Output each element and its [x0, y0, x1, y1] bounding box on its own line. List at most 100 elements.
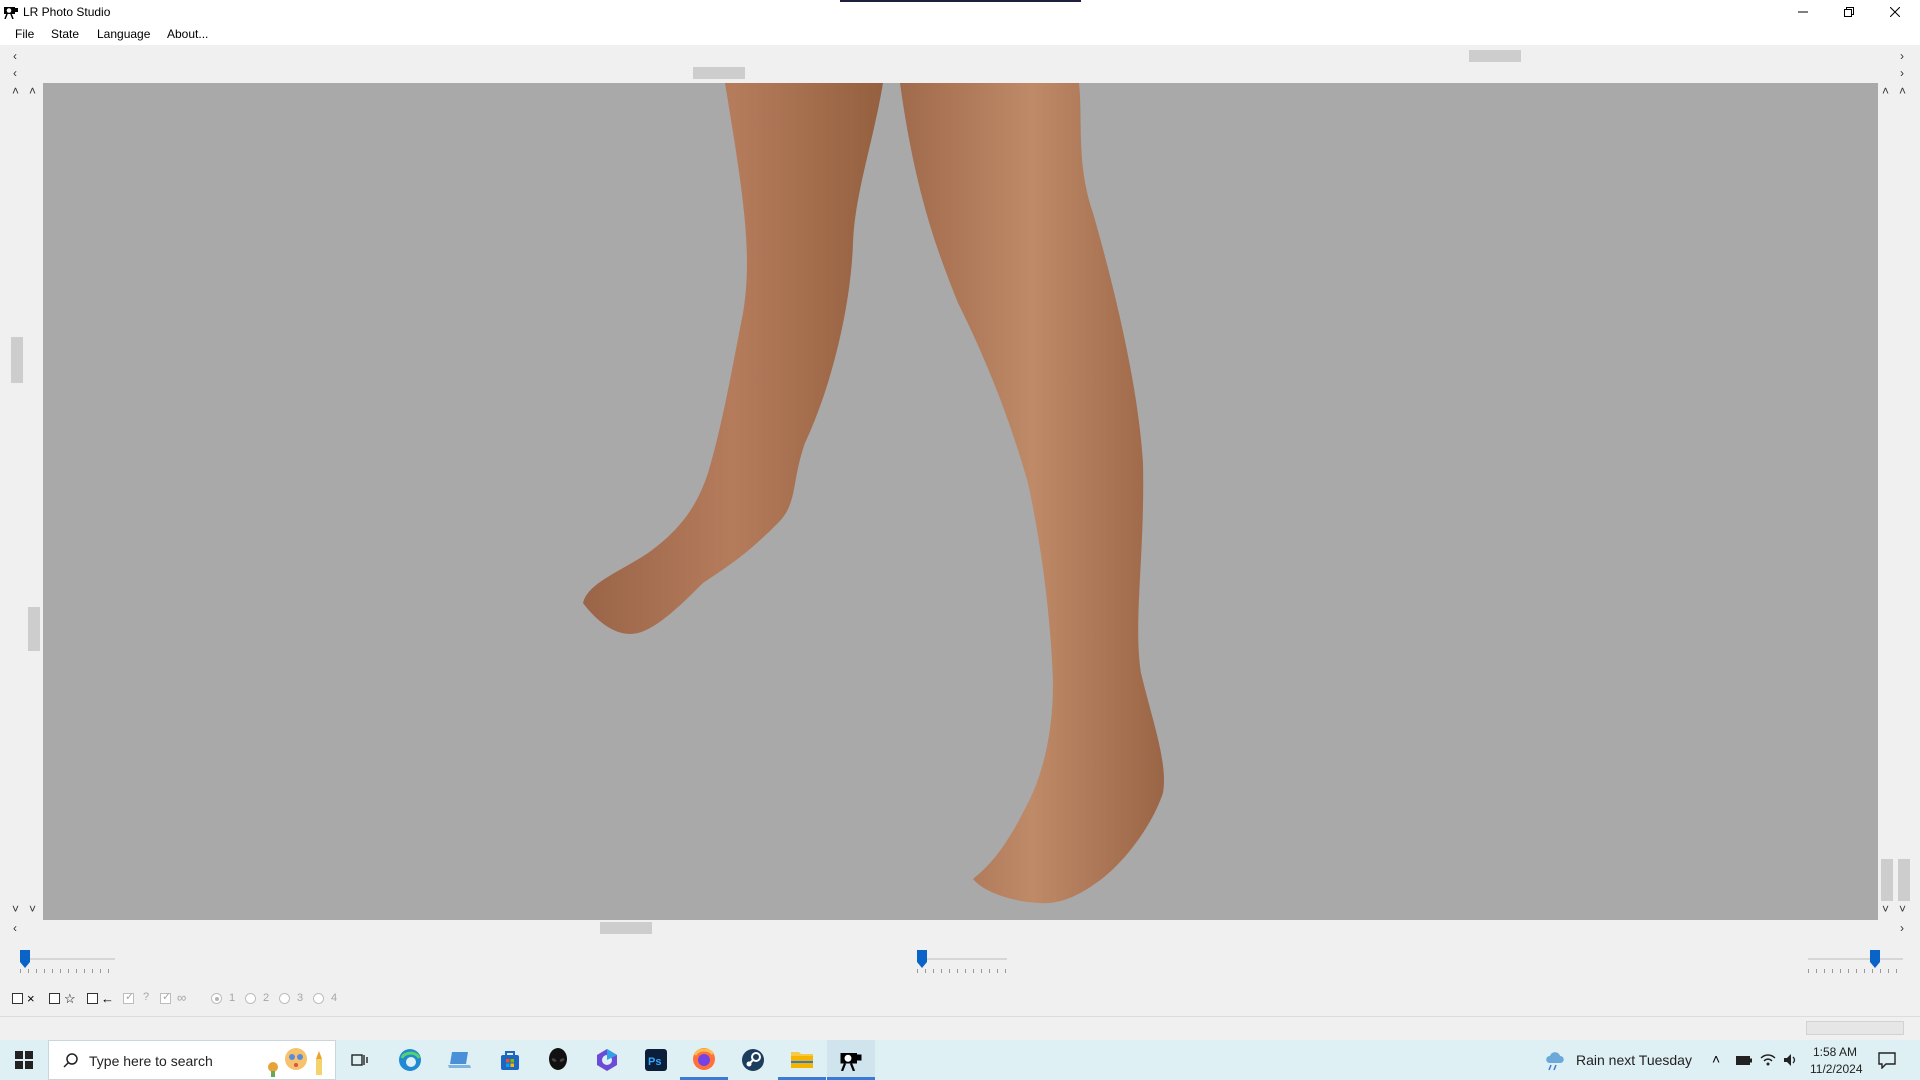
start-button[interactable]	[0, 1040, 48, 1080]
scroll-right-arrow-icon[interactable]: ›	[1900, 50, 1904, 62]
windows-taskbar: Type here to search Ps Rain next Tuesday…	[0, 1040, 1920, 1080]
scroll-left-arrow-icon[interactable]: ‹	[13, 67, 17, 79]
scrollbar-thumb[interactable]	[1469, 50, 1521, 62]
checkbox-back[interactable]	[87, 993, 98, 1004]
bottom-horizontal-scrollbar[interactable]: ‹ ›	[0, 921, 1920, 935]
taskbar-app-lr-photo-studio[interactable]	[827, 1040, 875, 1080]
scroll-up-arrow-icon[interactable]: ˄	[1882, 85, 1889, 97]
task-view-icon	[351, 1054, 368, 1066]
menu-language[interactable]: Language	[97, 27, 150, 41]
minimize-button[interactable]	[1780, 0, 1826, 23]
weather-rain-icon[interactable]	[1544, 1049, 1568, 1071]
status-panel	[1806, 1021, 1904, 1035]
right-vertical-scrollbar-1[interactable]: ˄ ˅	[1880, 85, 1894, 917]
minimize-icon	[1798, 11, 1808, 12]
slider-track	[20, 958, 115, 960]
radio-4[interactable]	[313, 993, 324, 1004]
slider-track	[1808, 958, 1903, 960]
slider-ticks	[917, 969, 1007, 973]
scroll-up-arrow-icon[interactable]: ˄	[29, 85, 36, 97]
menu-state[interactable]: State	[51, 27, 79, 41]
scrollbar-thumb[interactable]	[693, 67, 745, 79]
legs-render-image	[583, 83, 1164, 904]
taskbar-app-laptop[interactable]	[436, 1040, 484, 1080]
show-hidden-icons-chevron-up-icon[interactable]: ˄	[1712, 1051, 1720, 1067]
bottom-controls: × ☆ ← ✓ ? ✓ ∞ 1 2 3 4	[0, 990, 360, 1007]
folder-icon	[791, 1051, 813, 1068]
slider-ticks	[1808, 969, 1903, 973]
window-title: LR Photo Studio	[23, 5, 111, 19]
left-vertical-scrollbar-1[interactable]: ˄ ˅	[10, 85, 24, 917]
app-camera-icon	[3, 3, 19, 20]
radio-2[interactable]	[245, 993, 256, 1004]
scroll-up-arrow-icon[interactable]: ˄	[12, 85, 19, 97]
weather-text[interactable]: Rain next Tuesday	[1576, 1052, 1692, 1068]
checkbox-star[interactable]	[49, 993, 60, 1004]
edge-icon	[399, 1049, 421, 1071]
slider-right[interactable]	[1808, 950, 1903, 974]
taskbar-search-box[interactable]: Type here to search	[48, 1040, 336, 1080]
scroll-left-arrow-icon[interactable]: ‹	[13, 50, 17, 62]
battery-icon[interactable]	[1736, 1054, 1752, 1066]
right-vertical-scrollbar-2[interactable]: ˄ ˅	[1897, 85, 1911, 917]
scroll-right-arrow-icon[interactable]: ›	[1900, 67, 1904, 79]
taskbar-app-photoshop[interactable]: Ps	[632, 1040, 680, 1080]
scrollbar-thumb[interactable]	[1881, 859, 1893, 901]
left-vertical-scrollbar-2[interactable]: ˄ ˅	[27, 85, 41, 917]
radio-label-4: 4	[331, 992, 338, 1004]
taskbar-app-firefox[interactable]	[680, 1040, 728, 1080]
back-arrow-icon: ←	[101, 991, 114, 1006]
top-horizontal-scrollbar-2[interactable]: ‹ ›	[0, 66, 1920, 80]
checkbox-delete[interactable]	[12, 993, 23, 1004]
scrollbar-thumb[interactable]	[28, 607, 40, 651]
taskbar-app-alienware[interactable]	[534, 1040, 582, 1080]
radio-label-1: 1	[229, 992, 236, 1004]
check-mark-icon: ✓	[162, 991, 172, 1003]
volume-icon[interactable]	[1782, 1052, 1798, 1068]
star-icon: ☆	[64, 991, 76, 1006]
restore-button[interactable]	[1826, 0, 1872, 23]
taskbar-app-store[interactable]	[486, 1040, 534, 1080]
taskbar-app-edge[interactable]	[386, 1040, 434, 1080]
taskbar-app-file-explorer[interactable]	[778, 1040, 826, 1080]
slider-thumb[interactable]	[20, 950, 30, 968]
scroll-down-arrow-icon[interactable]: ˅	[29, 903, 36, 915]
scroll-down-arrow-icon[interactable]: ˅	[1899, 903, 1906, 915]
menu-about[interactable]: About...	[167, 27, 208, 41]
wifi-icon[interactable]	[1760, 1052, 1776, 1068]
photo-canvas[interactable]	[43, 83, 1878, 920]
steam-icon	[742, 1049, 764, 1071]
slider-center[interactable]	[917, 950, 1007, 974]
clock-time[interactable]: 1:58 AM	[1810, 1045, 1860, 1059]
restore-icon	[1844, 6, 1854, 17]
radio-1[interactable]	[211, 993, 222, 1004]
scrollbar-thumb[interactable]	[1898, 859, 1910, 901]
scroll-down-arrow-icon[interactable]: ˅	[1882, 903, 1889, 915]
title-bar: LR Photo Studio	[0, 0, 1920, 23]
taskbar-app-copilot[interactable]	[583, 1040, 631, 1080]
scroll-down-arrow-icon[interactable]: ˅	[12, 903, 19, 915]
task-view-button[interactable]	[336, 1040, 384, 1080]
notifications-icon[interactable]	[1878, 1051, 1896, 1069]
windows-logo-icon	[15, 1051, 33, 1069]
clock-date[interactable]: 11/2/2024	[1810, 1062, 1863, 1076]
radio-3[interactable]	[279, 993, 290, 1004]
close-icon	[1890, 6, 1900, 17]
taskbar-app-steam[interactable]	[729, 1040, 777, 1080]
slider-thumb[interactable]	[1870, 950, 1880, 968]
svg-text:Ps: Ps	[648, 1056, 661, 1068]
scroll-up-arrow-icon[interactable]: ˄	[1899, 85, 1906, 97]
close-button[interactable]	[1872, 0, 1918, 23]
scrollbar-thumb[interactable]	[11, 337, 23, 383]
scrollbar-thumb[interactable]	[600, 922, 652, 934]
top-horizontal-scrollbar-1[interactable]: ‹ ›	[0, 49, 1920, 63]
menu-file[interactable]: File	[15, 27, 34, 41]
status-divider	[0, 1016, 1920, 1017]
scroll-left-arrow-icon[interactable]: ‹	[13, 922, 17, 934]
slider-left[interactable]	[20, 950, 115, 974]
scroll-right-arrow-icon[interactable]: ›	[1900, 922, 1904, 934]
title-accent-line	[840, 0, 1081, 2]
copilot-icon	[597, 1049, 617, 1071]
lr-photo-studio-camera-icon	[840, 1052, 862, 1071]
slider-thumb[interactable]	[917, 950, 927, 968]
